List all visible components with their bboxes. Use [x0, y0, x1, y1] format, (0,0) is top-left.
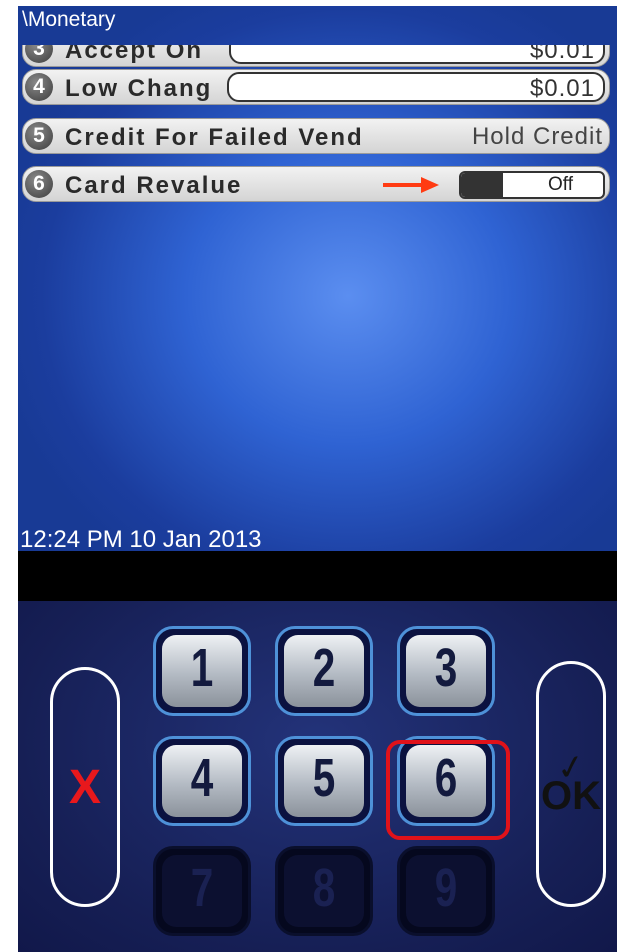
- value-field[interactable]: $0.01: [227, 72, 605, 102]
- row-number-badge: 6: [25, 170, 53, 198]
- row-number-badge: 5: [25, 122, 53, 150]
- row-label: Card Revalue: [65, 172, 243, 199]
- menu-row-credit-failed-vend[interactable]: 5 Credit For Failed Vend Hold Credit: [22, 118, 610, 154]
- clock-display: 12:24 PM 10 Jan 2013: [20, 526, 262, 551]
- key-label: 9: [434, 858, 458, 918]
- key-label: 1: [190, 638, 214, 698]
- ok-label: OK: [541, 774, 601, 818]
- toggle-knob: [461, 173, 503, 197]
- key-label: 4: [190, 748, 214, 808]
- annotation-arrow-icon: [383, 177, 439, 193]
- key-8[interactable]: 8: [275, 846, 373, 936]
- card-revalue-toggle[interactable]: Off: [459, 171, 605, 199]
- key-1[interactable]: 1: [153, 626, 251, 716]
- row-number-badge: 4: [25, 73, 53, 101]
- key-label: 5: [312, 748, 336, 808]
- toggle-state-text: Off: [548, 174, 573, 195]
- row-label: Low Chang: [65, 75, 213, 102]
- cancel-button[interactable]: X: [50, 667, 120, 907]
- key-label: 7: [190, 858, 214, 918]
- ok-button[interactable]: ✓ OK: [536, 661, 606, 907]
- key-label: 2: [312, 638, 336, 698]
- key-label: 3: [434, 638, 458, 698]
- annotation-highlight-box: [386, 740, 510, 840]
- key-label: 8: [312, 858, 336, 918]
- row-label: Credit For Failed Vend: [65, 124, 364, 151]
- key-9[interactable]: 9: [397, 846, 495, 936]
- value-text: $0.01: [529, 75, 595, 102]
- keypad: X 1 2 3 4 5 6 7 8 9 ✓ OK: [18, 601, 617, 952]
- display-bezel: [18, 551, 617, 601]
- title-text: \Monetary: [22, 8, 116, 31]
- key-2[interactable]: 2: [275, 626, 373, 716]
- menu-row-card-revalue[interactable]: 6 Card Revalue Off: [22, 166, 610, 202]
- key-7[interactable]: 7: [153, 846, 251, 936]
- screen-display: \Monetary 3 Accept On $0.01 \Monetary 4 …: [18, 6, 617, 551]
- key-5[interactable]: 5: [275, 736, 373, 826]
- menu-row-low-change[interactable]: 4 Low Chang $0.01: [22, 69, 610, 105]
- value-text: Hold Credit: [471, 123, 603, 150]
- cancel-icon: X: [68, 761, 101, 814]
- key-3[interactable]: 3: [397, 626, 495, 716]
- key-4[interactable]: 4: [153, 736, 251, 826]
